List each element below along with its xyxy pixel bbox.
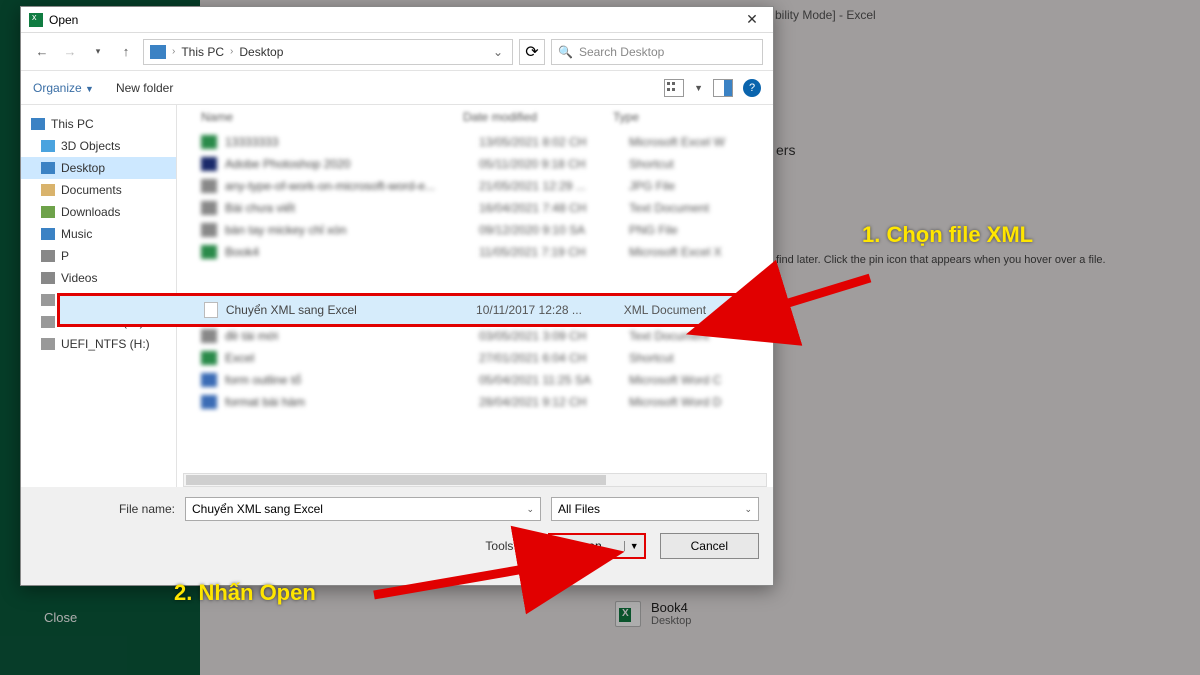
tree-uefi-ntfs[interactable]: UEFI_NTFS (H:) <box>21 333 176 355</box>
caret-down-icon: ▼ <box>85 84 94 94</box>
arrow-step2 <box>368 555 568 610</box>
annotation-step1: 1. Chọn file XML <box>862 222 1033 248</box>
view-dropdown-icon[interactable]: ▼ <box>694 83 703 93</box>
file-row[interactable]: Excel27/01/2021 6:04 CHShortcut <box>177 347 773 369</box>
file-row[interactable]: Bài chưa viết16/04/2021 7:48 CHText Docu… <box>177 197 773 219</box>
file-type-filter[interactable]: All Files ⌄ <box>551 497 759 521</box>
open-dropdown[interactable]: ▼ <box>624 541 644 551</box>
excel-icon <box>29 13 43 27</box>
cancel-button[interactable]: Cancel <box>660 533 759 559</box>
music-icon <box>41 228 55 240</box>
tree-music[interactable]: Music <box>21 223 176 245</box>
filename-label: File name: <box>35 502 175 516</box>
dialog-title: Open <box>49 13 78 27</box>
breadcrumb-desktop[interactable]: Desktop <box>239 45 283 59</box>
search-icon: 🔍 <box>558 45 573 59</box>
chevron-right-icon: › <box>172 46 175 57</box>
cube-icon <box>41 140 55 152</box>
tree-3d-objects[interactable]: 3D Objects <box>21 135 176 157</box>
breadcrumb-pc[interactable]: This PC <box>181 45 224 59</box>
recent-file-book4[interactable]: Book4Desktop <box>615 600 691 627</box>
open-file-dialog: Open ✕ ← → ▾ ↑ › This PC › Desktop ⌄ ⟳ 🔍… <box>20 6 774 586</box>
desktop-icon <box>41 162 55 174</box>
tree-downloads[interactable]: Downloads <box>21 201 176 223</box>
dialog-titlebar: Open ✕ <box>21 7 773 33</box>
sidebar-item-close[interactable]: Close <box>30 598 190 637</box>
view-options-button[interactable] <box>664 79 684 97</box>
help-button[interactable]: ? <box>743 79 761 97</box>
file-row-selected[interactable]: Chuyển XML sang Excel 10/11/2017 12:28 .… <box>57 293 769 327</box>
dialog-navbar: ← → ▾ ↑ › This PC › Desktop ⌄ ⟳ 🔍 Search… <box>21 33 773 71</box>
file-row[interactable]: format bài hàm28/04/2021 9:12 CHMicrosof… <box>177 391 773 413</box>
file-row[interactable]: đề tài mới03/05/2021 3:09 CHText Documen… <box>177 325 773 347</box>
horizontal-scrollbar[interactable] <box>183 473 767 487</box>
dialog-toolbar: Organize ▼ New folder ▼ ? <box>21 71 773 105</box>
recent-locations-button[interactable]: ▾ <box>87 41 109 63</box>
download-icon <box>41 206 55 218</box>
close-button[interactable]: ✕ <box>737 9 767 31</box>
chevron-right-icon: › <box>230 46 233 57</box>
file-row[interactable]: Book411/05/2021 7:19 CHMicrosoft Excel X <box>177 241 773 263</box>
picture-icon <box>41 250 55 262</box>
file-row[interactable]: 1333333313/05/2021 8:02 CHMicrosoft Exce… <box>177 131 773 153</box>
search-input[interactable]: 🔍 Search Desktop <box>551 39 763 65</box>
file-row[interactable]: form outline tổ05/04/2021 11:25 SAMicros… <box>177 369 773 391</box>
organize-menu[interactable]: Organize ▼ <box>33 81 94 95</box>
arrow-step1 <box>760 272 880 327</box>
forward-button[interactable]: → <box>59 41 81 63</box>
chevron-down-icon: ⌄ <box>526 504 534 515</box>
address-bar[interactable]: › This PC › Desktop ⌄ <box>143 39 513 65</box>
file-list-header: Name Date modified Type <box>177 105 773 129</box>
folder-icon <box>41 184 55 196</box>
excel-file-icon <box>615 601 641 627</box>
chevron-down-icon: ⌄ <box>744 504 752 515</box>
file-row[interactable]: Adobe Photoshop 202005/11/2020 9:18 CHSh… <box>177 153 773 175</box>
scrollbar-thumb[interactable] <box>186 475 606 485</box>
recent-hint: ers find later. Click the pin icon that … <box>776 254 1106 266</box>
tree-this-pc[interactable]: This PC <box>21 113 176 135</box>
disk-icon <box>41 338 55 350</box>
disk-icon <box>41 316 55 328</box>
app-title-fragment: bility Mode] - Excel <box>775 8 876 22</box>
new-folder-button[interactable]: New folder <box>116 81 173 95</box>
file-row[interactable]: bàn tay mickey chỉ xón09/12/2020 9:10 SA… <box>177 219 773 241</box>
refresh-button[interactable]: ⟳ <box>519 39 545 65</box>
tools-menu[interactable]: Tools ▼ <box>485 539 526 553</box>
col-date[interactable]: Date modified <box>463 110 613 124</box>
preview-pane-button[interactable] <box>713 79 733 97</box>
file-rows: 1333333313/05/2021 8:02 CHMicrosoft Exce… <box>177 129 773 415</box>
tree-documents[interactable]: Documents <box>21 179 176 201</box>
file-icon <box>204 302 218 318</box>
search-placeholder: Search Desktop <box>579 45 664 59</box>
tree-desktop[interactable]: Desktop <box>21 157 176 179</box>
col-type[interactable]: Type <box>613 110 733 124</box>
tree-videos[interactable]: Videos <box>21 267 176 289</box>
back-button[interactable]: ← <box>31 41 53 63</box>
video-icon <box>41 272 55 284</box>
pc-icon <box>150 45 166 59</box>
col-name[interactable]: Name <box>201 110 463 124</box>
folders-label-fragment: ers <box>776 142 795 158</box>
file-list: Name Date modified Type 1333333313/05/20… <box>177 105 773 487</box>
tree-pictures[interactable]: P <box>21 245 176 267</box>
file-row[interactable]: any-type-of-work-on-microsoft-word-e...2… <box>177 175 773 197</box>
filename-input[interactable]: Chuyển XML sang Excel ⌄ <box>185 497 541 521</box>
annotation-step2: 2. Nhấn Open <box>174 580 316 606</box>
caret-down-icon: ▼ <box>517 541 526 551</box>
disk-icon <box>41 294 55 306</box>
address-dropdown-icon[interactable]: ⌄ <box>490 45 506 59</box>
pc-icon <box>31 118 45 130</box>
up-button[interactable]: ↑ <box>115 41 137 63</box>
